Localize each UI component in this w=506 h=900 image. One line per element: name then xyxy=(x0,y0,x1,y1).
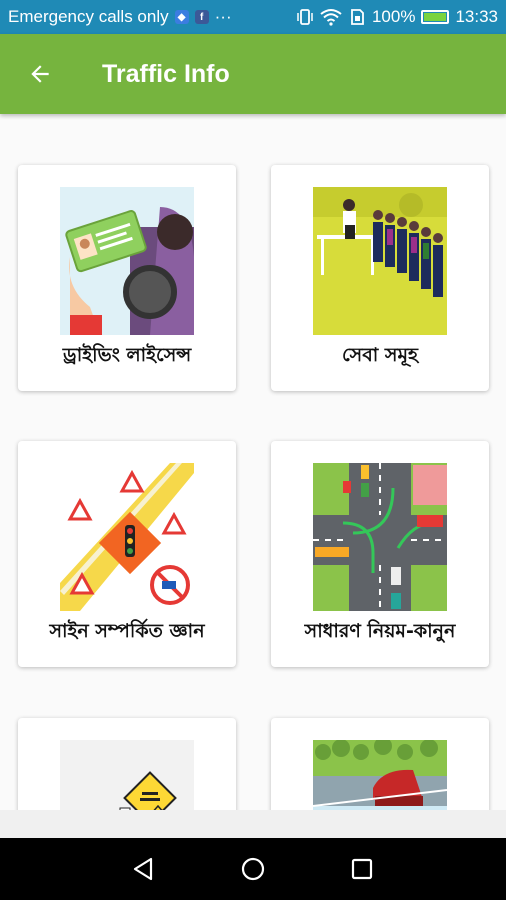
app-notification-icon: ◆ xyxy=(174,10,189,24)
card-label: ড্রাইভিং লাইসেন্স xyxy=(62,344,192,366)
more-notifications-icon: ··· xyxy=(214,7,232,26)
back-button[interactable] xyxy=(0,34,80,114)
back-triangle-icon xyxy=(134,857,153,881)
bottom-strip xyxy=(0,810,506,838)
sim-icon xyxy=(351,9,364,25)
page-title: Traffic Info xyxy=(102,59,230,88)
menu-grid: ড্রাইভিং লাইসেন্স সেবা সমূহ সাইন সম্পর্ক… xyxy=(0,114,506,810)
recents-square-icon xyxy=(351,858,372,880)
card-general-rules[interactable]: সাধারণ নিয়ম-কানুন xyxy=(271,441,489,667)
battery-icon xyxy=(421,10,450,24)
carrier-text: Emergency calls only xyxy=(8,7,169,26)
status-left: Emergency calls only ◆ f ··· xyxy=(8,7,232,27)
warning-sign-illustration xyxy=(60,740,194,810)
card-traffic-signs[interactable]: সাইন সম্পর্কিত জ্ঞান xyxy=(18,441,236,667)
home-circle-icon xyxy=(241,857,265,881)
vibrate-icon xyxy=(297,9,313,25)
facebook-icon: f xyxy=(194,10,209,24)
card-label: সাধারণ নিয়ম-কানুন xyxy=(304,620,456,642)
card-label: সাইন সম্পর্কিত জ্ঞান xyxy=(49,620,205,642)
card-services[interactable]: সেবা সমূহ xyxy=(271,165,489,391)
app-bar: Traffic Info xyxy=(0,34,506,114)
wifi-icon xyxy=(320,9,342,26)
services-queue-illustration xyxy=(313,187,447,335)
card-5[interactable] xyxy=(18,718,236,810)
nav-home-button[interactable] xyxy=(233,849,273,889)
system-nav-bar xyxy=(0,838,506,900)
road-scene-illustration xyxy=(313,740,447,810)
card-6[interactable] xyxy=(271,718,489,810)
driving-license-illustration xyxy=(60,187,194,335)
status-right: 100% 13:33 xyxy=(296,7,498,27)
traffic-signs-illustration xyxy=(60,463,194,611)
nav-back-button[interactable] xyxy=(124,849,164,889)
road-intersection-illustration xyxy=(313,463,447,611)
nav-recents-button[interactable] xyxy=(342,849,382,889)
card-driving-license[interactable]: ড্রাইভিং লাইসেন্স xyxy=(18,165,236,391)
card-label: সেবা সমূহ xyxy=(341,344,419,366)
clock: 13:33 xyxy=(455,7,498,26)
battery-percent: 100% xyxy=(371,7,416,26)
arrow-back-icon xyxy=(31,65,49,83)
status-bar: Emergency calls only ◆ f ··· 100% 13:33 xyxy=(0,0,506,34)
